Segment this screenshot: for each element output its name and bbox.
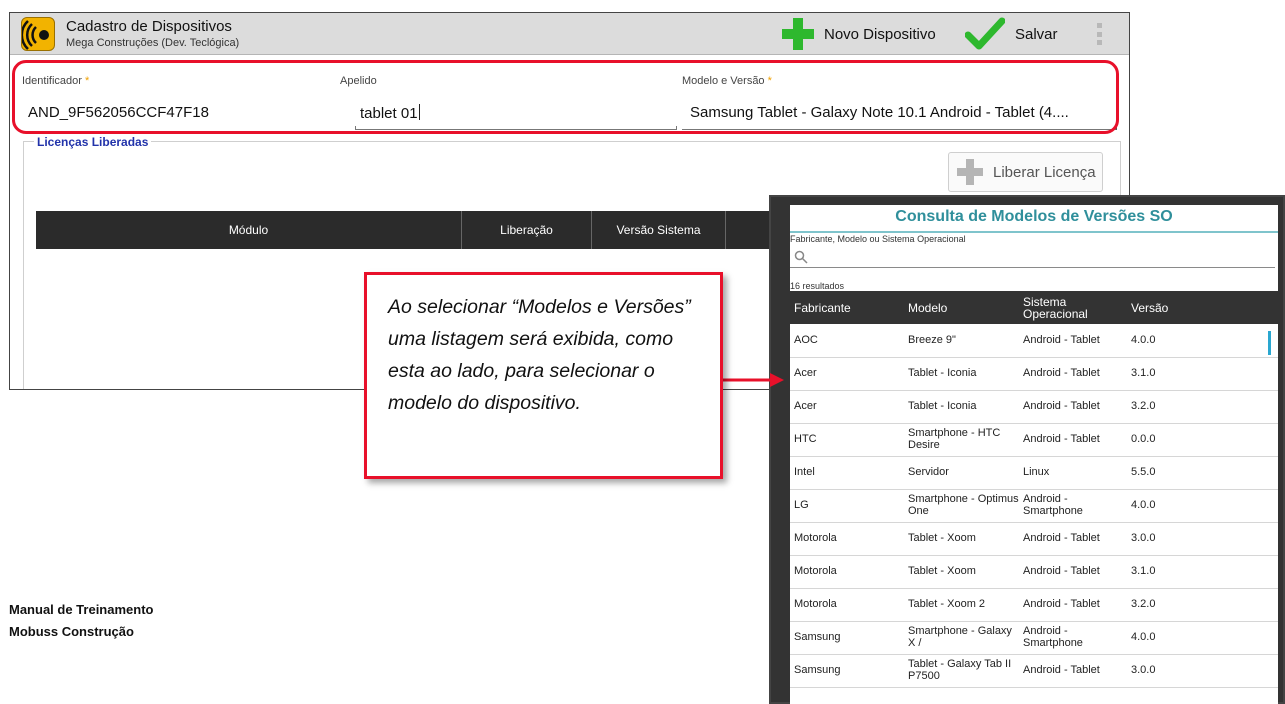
liberar-licenca-label: Liberar Licença <box>993 163 1096 181</box>
table-cell: Tablet - Iconia <box>908 367 977 380</box>
save-label: Salvar <box>1015 25 1058 43</box>
models-table-body: AOC Breeze 9" Android - Tablet 4.0.0 Acer Tab… <box>790 325 1278 688</box>
table-cell: 5.5.0 <box>1131 466 1156 479</box>
table-cell: 3.1.0 <box>1131 367 1156 380</box>
scrollbar[interactable] <box>1268 331 1271 355</box>
table-cell: Linux <box>1023 466 1050 479</box>
table-row[interactable]: Samsung Smartphone - Galaxy X / Android - … <box>790 622 1278 655</box>
table-row[interactable]: Acer Tablet - Iconia Android - Tablet 3.1.0 <box>790 358 1278 391</box>
liberar-licenca-button[interactable]: Liberar Licença <box>948 152 1103 192</box>
dialog-title: Consulta de Modelos de Versões SO <box>895 208 1173 225</box>
table-cell: Tablet - Xoom <box>908 565 976 578</box>
table-cell: Intel <box>794 466 815 479</box>
table-row[interactable]: Motorola Tablet - Xoom 2 Android - Tablet 3… <box>790 589 1278 622</box>
table-cell: Android - Tablet <box>1023 367 1100 380</box>
table-cell: Android - Tablet <box>1023 334 1100 347</box>
table-cell: Acer <box>794 400 817 413</box>
table-cell: Motorola <box>794 532 837 545</box>
table-row[interactable]: Motorola Tablet - Xoom Android - Tablet 3.1… <box>790 556 1278 589</box>
app-title: Cadastro de Dispositivos <box>66 18 232 35</box>
table-cell: Smartphone - Galaxy X / <box>908 625 1012 649</box>
table-cell: Android - Tablet <box>1023 532 1100 545</box>
table-cell: Motorola <box>794 598 837 611</box>
table-cell: HTC <box>794 433 817 446</box>
plus-icon <box>957 159 983 185</box>
column-versao-sistema[interactable]: Versão Sistema <box>592 211 726 249</box>
footer-manual-title: Manual de Treinamento <box>9 602 154 617</box>
licencas-title: Licenças Liberadas <box>34 135 152 149</box>
table-cell: 3.2.0 <box>1131 400 1156 413</box>
table-row[interactable]: Intel Servidor Linux 5.5.0 <box>790 457 1278 490</box>
column-versao[interactable]: Versão <box>1127 291 1207 324</box>
licencas-table-header: Módulo Liberação Versão Sistema <box>36 211 796 249</box>
table-cell: Servidor <box>908 466 949 479</box>
table-row[interactable]: LG Smartphone - Optimus One Android - Smar… <box>790 490 1278 523</box>
column-fabricante[interactable]: Fabricante <box>790 291 904 324</box>
column-sistema-operacional[interactable]: Sistema Operacional <box>1019 291 1127 324</box>
table-cell: Android - Tablet <box>1023 565 1100 578</box>
models-lookup-panel: Consulta de Modelos de Versões SO Fabric… <box>790 205 1278 704</box>
table-cell: 0.0.0 <box>1131 433 1156 446</box>
table-cell: Acer <box>794 367 817 380</box>
table-row[interactable]: HTC Smartphone - HTC Desire Android - Tabl… <box>790 424 1278 457</box>
column-liberacao[interactable]: Liberação <box>462 211 592 249</box>
table-cell: Android - Smartphone <box>1023 625 1083 649</box>
table-cell: 4.0.0 <box>1131 499 1156 512</box>
footer-product-name: Mobuss Construção <box>9 624 134 639</box>
search-input[interactable] <box>790 246 1275 268</box>
table-cell: 3.2.0 <box>1131 598 1156 611</box>
table-cell: 3.1.0 <box>1131 565 1156 578</box>
signal-waves-icon <box>20 17 55 51</box>
app-bar: Cadastro de Dispositivos Mega Construçõe… <box>10 13 1129 55</box>
plus-icon <box>782 18 814 50</box>
overflow-menu-icon[interactable] <box>1095 23 1103 45</box>
app-subtitle: Mega Construções (Dev. Teclógica) <box>66 37 240 49</box>
table-row[interactable]: AOC Breeze 9" Android - Tablet 4.0.0 <box>790 325 1278 358</box>
callout-text: Ao selecionar “Modelos e Versões” uma li… <box>388 296 691 414</box>
table-row[interactable]: Acer Tablet - Iconia Android - Tablet 3.2.0 <box>790 391 1278 424</box>
table-cell: Tablet - Xoom 2 <box>908 598 986 611</box>
table-cell: Android - Smartphone <box>1023 493 1083 517</box>
table-cell: Motorola <box>794 565 837 578</box>
models-lookup-dialog: Consulta de Modelos de Versões SO Fabric… <box>769 195 1285 704</box>
table-cell: Smartphone - Optimus One <box>908 493 1019 517</box>
table-cell: Android - Tablet <box>1023 433 1100 446</box>
table-row[interactable]: Motorola Tablet - Xoom Android - Tablet 3.0… <box>790 523 1278 556</box>
column-modulo[interactable]: Módulo <box>36 211 462 249</box>
results-count: 16 resultados <box>790 281 845 291</box>
table-cell: Breeze 9" <box>908 334 956 347</box>
new-device-button[interactable]: Novo Dispositivo <box>780 15 936 53</box>
title-divider <box>790 231 1278 233</box>
table-row[interactable]: Samsung Tablet - Galaxy Tab II P7500 Andro… <box>790 655 1278 688</box>
callout-box: Ao selecionar “Modelos e Versões” uma li… <box>364 272 723 479</box>
table-cell: Android - Tablet <box>1023 598 1100 611</box>
table-cell: Android - Tablet <box>1023 664 1100 677</box>
table-cell: AOC <box>794 334 818 347</box>
table-cell: 4.0.0 <box>1131 334 1156 347</box>
table-cell: Samsung <box>794 631 841 644</box>
checkmark-icon <box>965 17 1005 50</box>
table-cell: Tablet - Xoom <box>908 532 976 545</box>
models-table-header: Fabricante Modelo Sistema Operacional Ve… <box>790 291 1278 324</box>
table-cell: 3.0.0 <box>1131 664 1156 677</box>
table-cell: Tablet - Galaxy Tab II P7500 <box>908 658 1012 682</box>
table-cell: LG <box>794 499 809 512</box>
table-cell: 3.0.0 <box>1131 532 1156 545</box>
table-cell: Tablet - Iconia <box>908 400 977 413</box>
column-modelo[interactable]: Modelo <box>904 291 1019 324</box>
fields-highlight <box>12 60 1119 134</box>
search-label: Fabricante, Modelo ou Sistema Operaciona… <box>790 234 966 244</box>
new-device-label: Novo Dispositivo <box>824 25 936 43</box>
table-cell: Android - Tablet <box>1023 400 1100 413</box>
table-cell: Samsung <box>794 664 841 677</box>
table-cell: 4.0.0 <box>1131 631 1156 644</box>
save-button[interactable]: Salvar <box>965 15 1058 53</box>
table-cell: Smartphone - HTC Desire <box>908 427 1001 451</box>
